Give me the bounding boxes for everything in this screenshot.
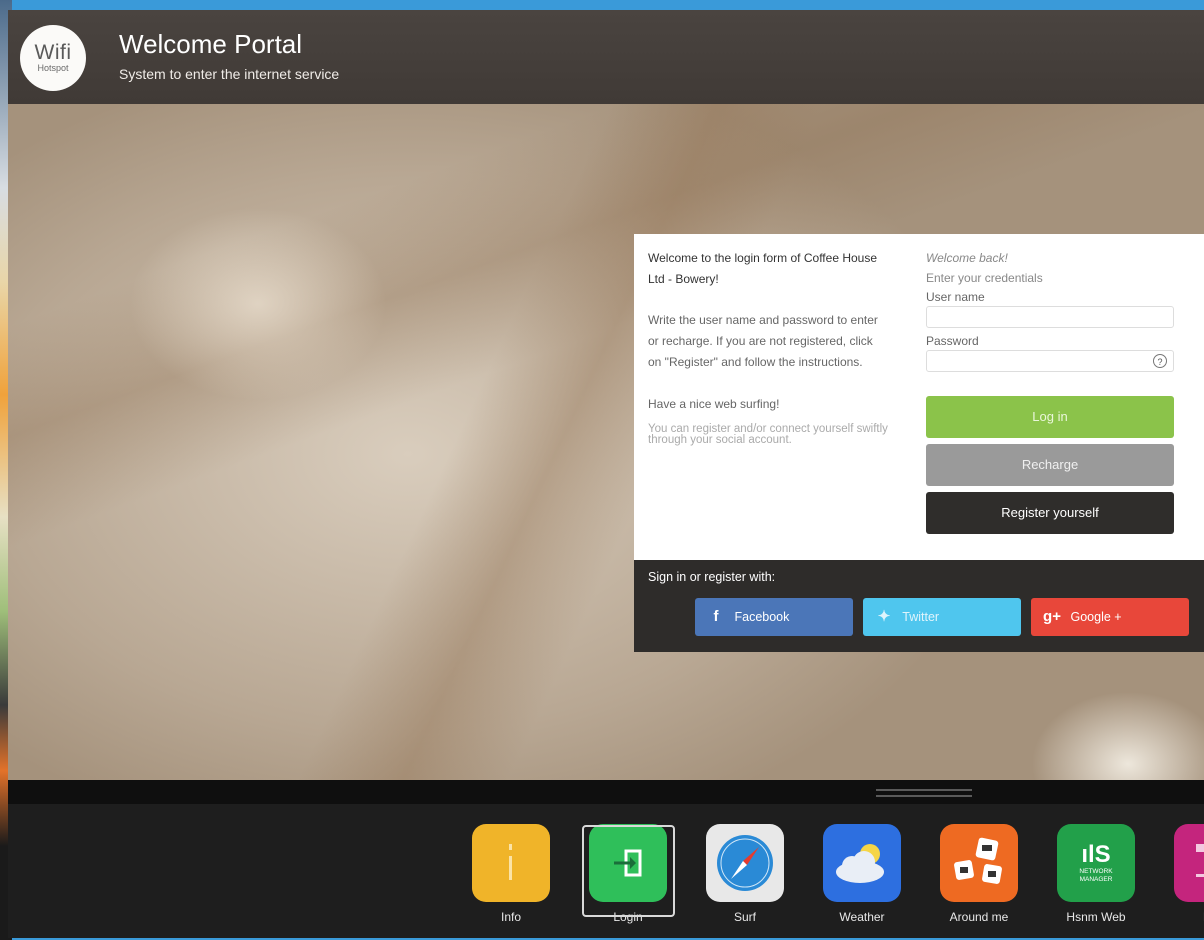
dock-app-label: Surf [733,910,756,924]
page-subtitle: System to enter the internet service [119,66,340,82]
surf-message-text: Have a nice web surfing! [648,397,780,411]
login-button[interactable]: Log in [926,396,1174,438]
logo-sub-text: Hotspot [37,62,69,73]
dock-app-label: Hsnm Web [1066,910,1126,924]
network-manager-icon: ılS NETWORK MANAGER [1057,824,1135,902]
credentials-form: Welcome back! Enter your credentials Use… [926,248,1176,534]
info-icon [472,824,550,902]
page-title: Welcome Portal [119,29,303,59]
hsnm-logo-mark: ılS [1081,841,1111,868]
compass-icon [706,824,784,902]
credentials-prompt: Enter your credentials [926,271,1043,285]
recharge-button[interactable]: Recharge [926,444,1174,486]
facebook-icon: f [713,608,719,625]
google-plus-button[interactable]: g+ Google + [1031,598,1189,636]
dock-app-label: Weather [839,910,885,924]
dock-app-surf[interactable]: Surf [695,824,795,924]
social-login-bar: Sign in or register with: f Facebook ✦ T… [634,560,1204,652]
welcome-back-text: Welcome back! [926,251,1008,265]
dock-app-ball[interactable]: Ball [1163,824,1204,924]
password-input[interactable]: ? [926,350,1174,372]
map-pins-icon [940,824,1018,902]
dock-app-label: Around me [949,910,1009,924]
dock-app-around-me[interactable]: Around me [929,824,1029,924]
selected-app-highlight [582,825,675,917]
google-plus-label: Google + [1070,610,1122,624]
login-card: Welcome to the login form of Coffee Hous… [634,234,1204,560]
logo-main-text: Wifi [34,40,72,64]
dock-app-info[interactable]: Info [461,824,561,924]
login-intro-text: Welcome to the login form of Coffee Hous… [648,251,878,286]
twitter-button[interactable]: ✦ Twitter [863,598,1021,636]
calendar-icon [1174,824,1204,902]
twitter-bird-icon: ✦ [877,608,891,625]
password-help-icon[interactable]: ? [1153,354,1167,368]
username-label: User name [926,290,985,304]
username-input[interactable] [926,306,1174,328]
dock-divider-bar [8,780,1204,804]
form-spacer [926,372,1176,396]
facebook-button[interactable]: f Facebook [695,598,853,636]
wifi-hotspot-logo: Wifi Hotspot [20,25,86,91]
dock-app-weather[interactable]: Weather [812,824,912,924]
hsnm-logo-text: NETWORK MANAGER [1079,868,1113,883]
twitter-label: Twitter [902,610,940,624]
social-note-text: You can register and/or connect yourself… [648,423,888,446]
portal-window: Wifi Hotspot Welcome Portal System to en… [8,10,1204,938]
dock-app-hsnm-web[interactable]: ılS NETWORK MANAGER Hsnm Web [1046,824,1146,924]
password-label: Password [926,334,979,348]
portal-header: Wifi Hotspot Welcome Portal System to en… [8,10,1204,104]
social-title: Sign in or register with: [648,570,776,584]
dock-app-label: Ball [1163,910,1204,924]
register-button[interactable]: Register yourself [926,492,1174,534]
google-plus-icon: g+ [1043,608,1061,625]
cloud-sun-icon [823,824,901,902]
dock-app-label: Info [500,910,521,924]
facebook-label: Facebook [734,610,790,624]
login-description-text: Write the user name and password to ente… [648,313,878,369]
dock-drag-handle[interactable] [876,789,972,797]
